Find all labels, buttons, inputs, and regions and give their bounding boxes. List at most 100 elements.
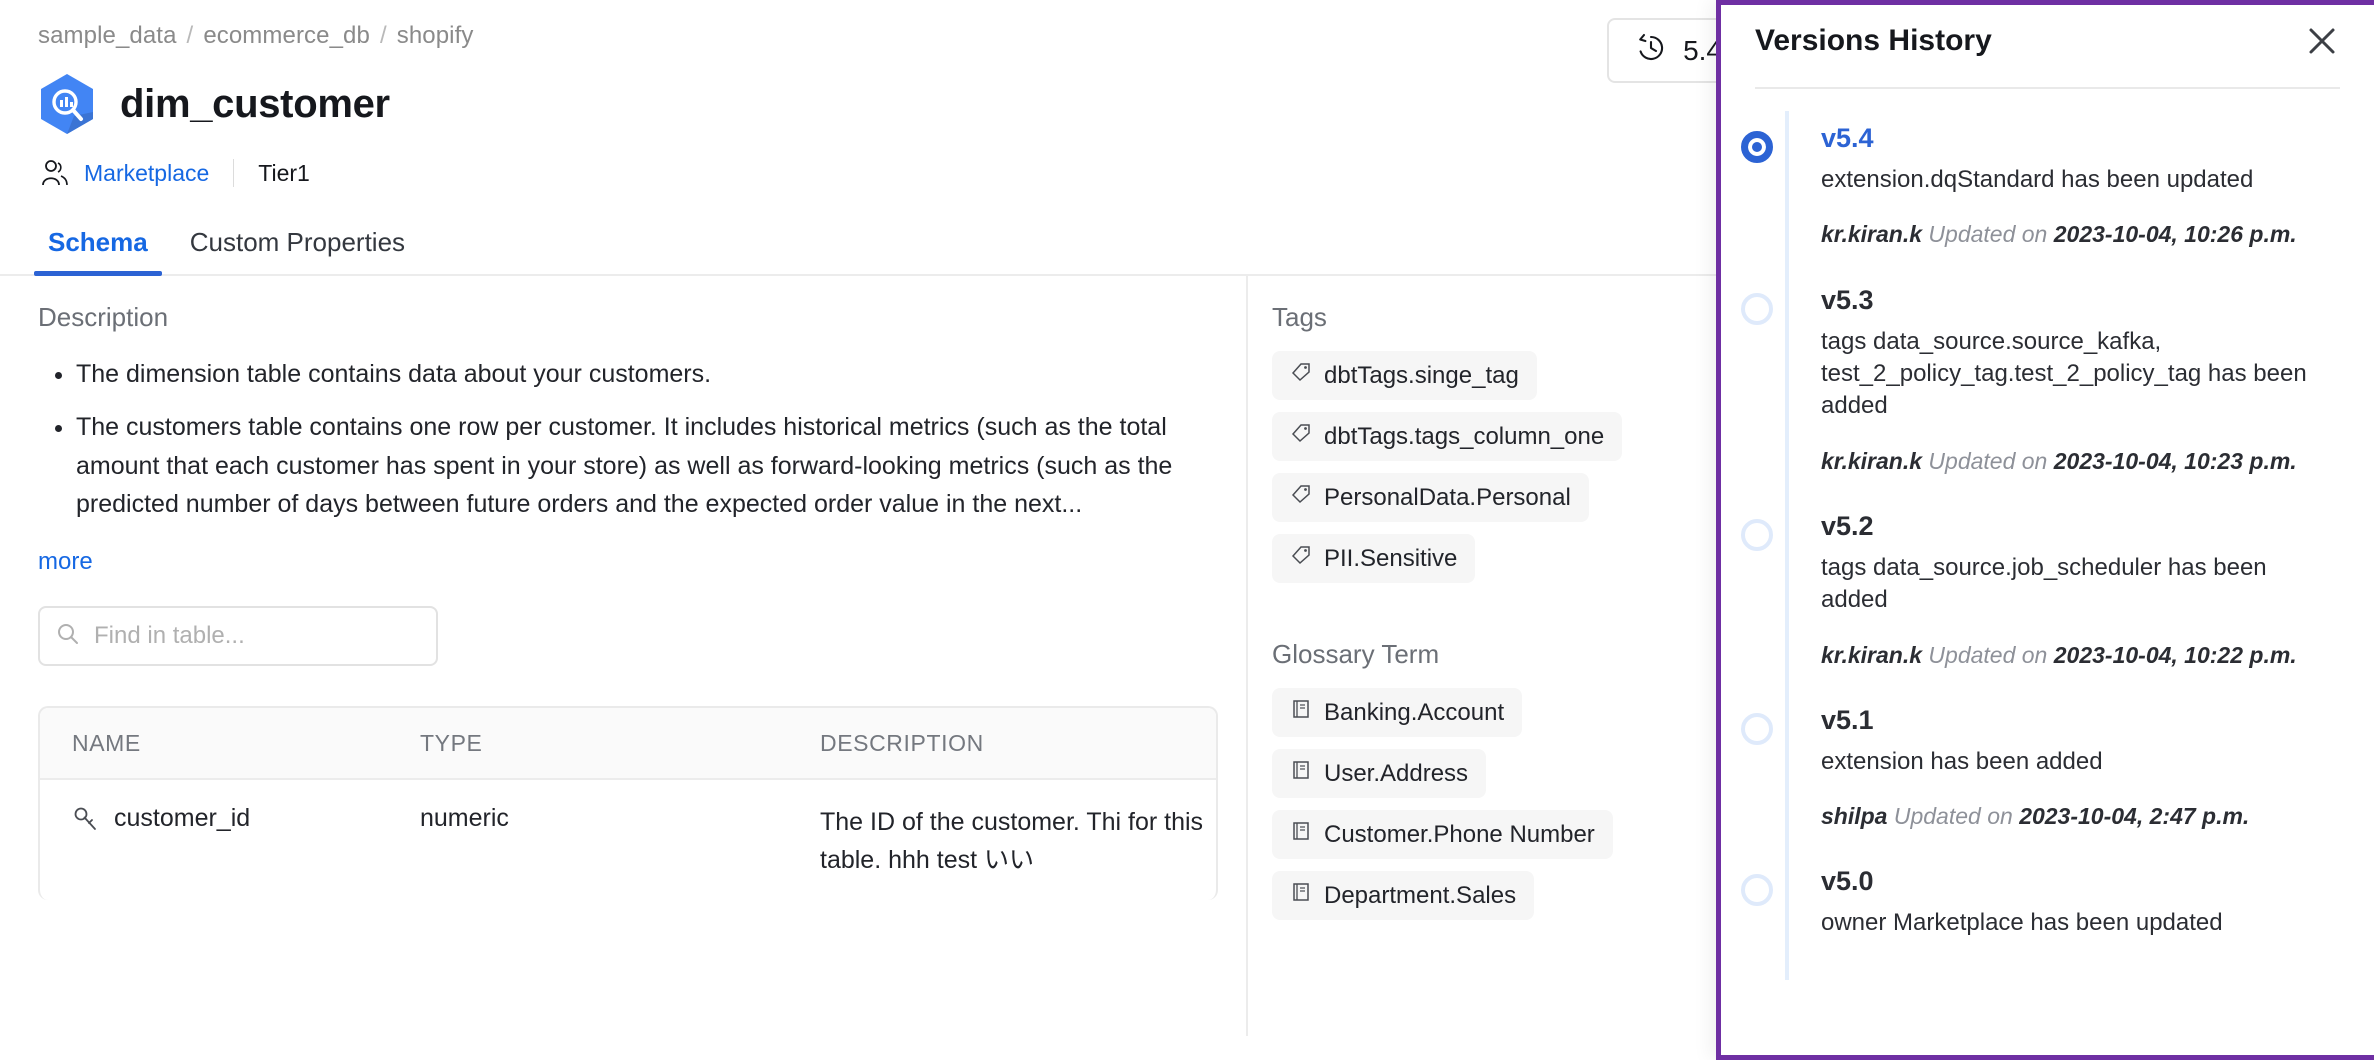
- cell-column-name: customer_id: [40, 804, 420, 833]
- glossary-chip[interactable]: Banking.Account: [1272, 688, 1522, 737]
- breadcrumb-separator: /: [380, 22, 387, 50]
- table-row[interactable]: customer_id numeric The ID of the custom…: [40, 780, 1216, 900]
- version-updated-label: Updated on: [1928, 221, 2047, 247]
- version-number-label[interactable]: v5.3: [1821, 285, 2340, 316]
- breadcrumb-separator: /: [187, 22, 194, 50]
- rail-spacer: [1272, 595, 1714, 639]
- search-input[interactable]: [92, 621, 420, 651]
- search-input-box[interactable]: [38, 606, 438, 666]
- version-entry[interactable]: v5.2 tags data_source.job_scheduler has …: [1755, 511, 2340, 671]
- version-user: kr.kiran.k: [1821, 221, 1922, 247]
- glossary-section-label: Glossary Term: [1272, 639, 1714, 670]
- versions-panel-title: Versions History: [1755, 24, 1992, 58]
- tag-chip[interactable]: PersonalData.Personal: [1272, 473, 1589, 522]
- tag-label: PII.Sensitive: [1324, 545, 1457, 573]
- breadcrumb: sample_data / ecommerce_db / shopify: [0, 0, 1716, 50]
- versions-panel-header: Versions History: [1721, 5, 2374, 59]
- version-user: kr.kiran.k: [1821, 448, 1922, 474]
- version-entry[interactable]: v5.0 owner Marketplace has been updated: [1755, 866, 2340, 939]
- version-updated-label: Updated on: [1928, 642, 2047, 668]
- schema-table: NAME TYPE DESCRIPTION: [38, 706, 1218, 900]
- description-label: Description: [0, 276, 1246, 333]
- book-icon: [1290, 698, 1312, 727]
- tag-icon: [1290, 422, 1312, 451]
- version-meta: kr.kiran.k Updated on 2023-10-04, 10:26 …: [1821, 218, 2340, 250]
- timeline-dot: [1741, 713, 1773, 745]
- version-timestamp: 2023-10-04, 10:26 p.m.: [2054, 221, 2297, 247]
- close-icon[interactable]: [2304, 23, 2340, 59]
- tag-icon: [1290, 544, 1312, 573]
- tag-chip[interactable]: dbtTags.tags_column_one: [1272, 412, 1622, 461]
- version-timestamp: 2023-10-04, 10:23 p.m.: [2054, 448, 2297, 474]
- app-root: sample_data / ecommerce_db / shopify dim…: [0, 0, 2374, 1060]
- breadcrumb-item-1[interactable]: ecommerce_db: [203, 22, 370, 50]
- tag-chip[interactable]: PII.Sensitive: [1272, 534, 1475, 583]
- glossary-chip[interactable]: User.Address: [1272, 749, 1486, 798]
- tag-icon: [1290, 483, 1312, 512]
- schema-column: Description The dimension table contains…: [0, 276, 1248, 1036]
- content-columns: Description The dimension table contains…: [0, 276, 1716, 1036]
- version-message: extension has been added: [1821, 746, 2340, 778]
- version-entry[interactable]: v5.1 extension has been added shilpa Upd…: [1755, 705, 2340, 833]
- glossary-label: Customer.Phone Number: [1324, 821, 1595, 849]
- tag-label: dbtTags.singe_tag: [1324, 362, 1519, 390]
- book-icon: [1290, 820, 1312, 849]
- version-meta: shilpa Updated on 2023-10-04, 2:47 p.m.: [1821, 800, 2340, 832]
- versions-history-panel: Versions History v5.4 extension.dqStanda…: [1716, 0, 2374, 1060]
- versions-timeline: v5.4 extension.dqStandard has been updat…: [1721, 89, 2374, 940]
- version-message: owner Marketplace has been updated: [1821, 907, 2340, 939]
- column-name-text: customer_id: [114, 804, 250, 833]
- version-message: tags data_source.source_kafka, test_2_po…: [1821, 326, 2340, 423]
- book-icon: [1290, 881, 1312, 910]
- description-bullet: The customers table contains one row per…: [76, 408, 1206, 524]
- owner-divider: [233, 159, 234, 187]
- version-updated-label: Updated on: [1894, 803, 2013, 829]
- column-header-description[interactable]: DESCRIPTION: [820, 730, 1216, 757]
- table-header-row: NAME TYPE DESCRIPTION: [40, 708, 1216, 780]
- tier-label: Tier1: [258, 160, 310, 187]
- version-updated-label: Updated on: [1928, 448, 2047, 474]
- breadcrumb-item-0[interactable]: sample_data: [38, 22, 177, 50]
- description-more-link[interactable]: more: [0, 538, 93, 576]
- timeline-dot-current: [1741, 131, 1773, 163]
- tag-chip[interactable]: dbtTags.singe_tag: [1272, 351, 1537, 400]
- version-number-label[interactable]: v5.1: [1821, 705, 2340, 736]
- tab-schema[interactable]: Schema: [34, 227, 162, 274]
- bigquery-hexagon-icon: [38, 72, 96, 136]
- version-entry[interactable]: v5.4 extension.dqStandard has been updat…: [1755, 123, 2340, 251]
- version-message: extension.dqStandard has been updated: [1821, 164, 2340, 196]
- tags-section-label: Tags: [1272, 302, 1714, 333]
- version-number-label[interactable]: v5.0: [1821, 866, 2340, 897]
- tab-bar: Schema Custom Properties: [0, 218, 1716, 276]
- team-icon: [40, 158, 70, 188]
- entity-title-row: dim_customer: [0, 50, 1716, 136]
- description-bullet: The dimension table contains data about …: [76, 355, 1206, 394]
- version-meta: kr.kiran.k Updated on 2023-10-04, 10:22 …: [1821, 639, 2340, 671]
- tag-icon: [1290, 361, 1312, 390]
- glossary-chip[interactable]: Customer.Phone Number: [1272, 810, 1613, 859]
- primary-key-icon: [72, 805, 100, 833]
- version-user: shilpa: [1821, 803, 1887, 829]
- owner-row: Marketplace Tier1: [0, 136, 1716, 188]
- cell-column-description: The ID of the customer. Thi for this tab…: [820, 804, 1216, 879]
- version-number-label[interactable]: v5.4: [1821, 123, 2340, 154]
- version-timestamp: 2023-10-04, 10:22 p.m.: [2054, 642, 2297, 668]
- tag-label: PersonalData.Personal: [1324, 484, 1571, 512]
- tab-custom-properties[interactable]: Custom Properties: [176, 227, 419, 274]
- version-number-label[interactable]: v5.2: [1821, 511, 2340, 542]
- glossary-chip[interactable]: Department.Sales: [1272, 871, 1534, 920]
- breadcrumb-item-2[interactable]: shopify: [397, 22, 474, 50]
- glossary-label: Banking.Account: [1324, 699, 1504, 727]
- entity-right-rail: Tags dbtTags.singe_tag dbtTags.tags_colu…: [1248, 276, 1714, 1036]
- column-header-type[interactable]: TYPE: [420, 730, 820, 757]
- cell-column-type: numeric: [420, 804, 820, 833]
- tag-label: dbtTags.tags_column_one: [1324, 423, 1604, 451]
- version-entry[interactable]: v5.3 tags data_source.source_kafka, test…: [1755, 285, 2340, 477]
- entity-detail-page: sample_data / ecommerce_db / shopify dim…: [0, 0, 1716, 1060]
- version-meta: kr.kiran.k Updated on 2023-10-04, 10:23 …: [1821, 445, 2340, 477]
- owner-link[interactable]: Marketplace: [84, 160, 209, 187]
- history-clock-icon: [1635, 32, 1667, 69]
- column-header-name[interactable]: NAME: [40, 730, 420, 757]
- search-icon: [56, 622, 80, 651]
- version-timestamp: 2023-10-04, 2:47 p.m.: [2019, 803, 2249, 829]
